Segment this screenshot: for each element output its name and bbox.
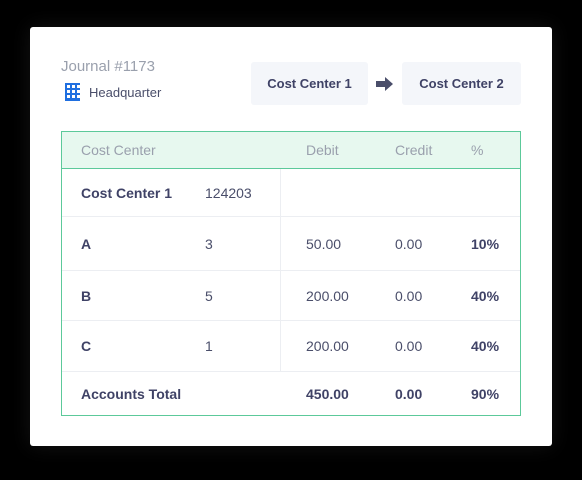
header-debit: Debit [306, 142, 339, 158]
location-label: Headquarter [89, 84, 162, 100]
row-debit: 200.00 [306, 338, 349, 354]
total-debit: 450.00 [306, 385, 349, 402]
header-credit: Credit [395, 142, 433, 158]
total-pct: 90% [471, 385, 500, 402]
group-row: Cost Center 1 124203 [62, 169, 520, 217]
header-percent: % [471, 142, 484, 158]
from-cost-center-button[interactable]: Cost Center 1 [251, 62, 368, 105]
building-icon [65, 83, 80, 101]
header-cost-center: Cost Center [81, 142, 156, 158]
row-qty: 1 [205, 338, 213, 354]
row-debit: 200.00 [306, 287, 349, 304]
journal-title: Journal #1173 [61, 58, 155, 75]
arrow-right-icon [376, 77, 393, 91]
row-credit: 0.00 [395, 235, 423, 252]
row-pct: 10% [471, 235, 500, 252]
row-qty: 5 [205, 287, 213, 304]
row-credit: 0.00 [395, 338, 423, 354]
total-row: Accounts Total 450.00 0.00 90% [62, 372, 520, 415]
row-debit: 50.00 [306, 235, 342, 252]
row-name: C [81, 338, 92, 354]
row-pct: 40% [471, 287, 500, 304]
table-row: B 5 200.00 0.00 40% [62, 271, 520, 321]
journal-card: Journal #1173 Headquarter Cost Center 1 … [30, 27, 552, 446]
allocation-table: Cost Center Debit Credit % Cost Center 1… [61, 131, 521, 416]
group-name: Cost Center 1 [81, 184, 173, 201]
total-label: Accounts Total [81, 385, 182, 402]
location: Headquarter [65, 83, 161, 101]
row-qty: 3 [205, 235, 213, 252]
table-row: C 1 200.00 0.00 40% [62, 321, 520, 372]
total-credit: 0.00 [395, 385, 423, 402]
column-divider [280, 169, 281, 372]
row-name: A [81, 235, 92, 252]
row-credit: 0.00 [395, 287, 423, 304]
table-header: Cost Center Debit Credit % [62, 132, 520, 169]
table-row: A 3 50.00 0.00 10% [62, 217, 520, 271]
row-pct: 40% [471, 338, 500, 354]
row-name: B [81, 287, 92, 304]
to-cost-center-button[interactable]: Cost Center 2 [402, 62, 521, 105]
group-code: 124203 [205, 184, 252, 201]
